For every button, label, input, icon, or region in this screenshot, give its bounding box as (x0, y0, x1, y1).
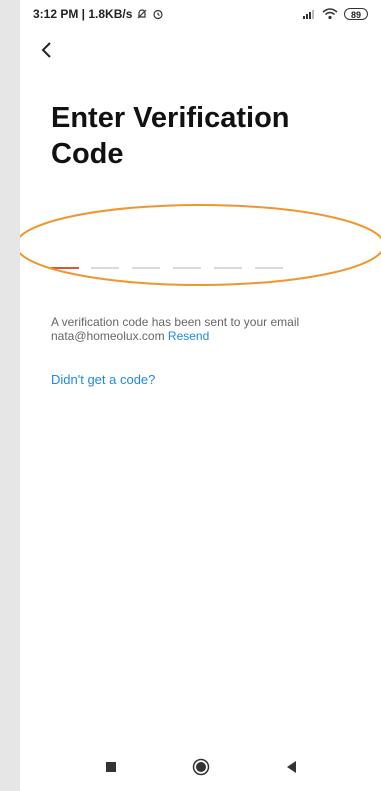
nav-home-icon (192, 758, 209, 776)
back-button[interactable] (32, 36, 60, 64)
dnd-icon (136, 8, 148, 20)
resend-link[interactable]: Resend (168, 329, 209, 343)
code-slot-6[interactable] (255, 267, 283, 269)
nav-recents-button[interactable] (101, 757, 121, 777)
code-slot-4[interactable] (173, 267, 201, 269)
nav-back-icon (286, 761, 296, 773)
verification-code-input[interactable] (51, 255, 311, 285)
status-left: 3:12 PM | 1.8KB/s (33, 7, 164, 21)
code-slot-1[interactable] (51, 267, 79, 269)
code-slot-3[interactable] (132, 267, 160, 269)
code-slot-2[interactable] (91, 267, 119, 269)
page-title: Enter Verification Code (51, 100, 351, 172)
email-address: nata@homeolux.com (51, 329, 165, 343)
info-email-line: nata@homeolux.com Resend (51, 329, 361, 343)
nav-back-button[interactable] (281, 757, 301, 777)
battery-icon: 89 (344, 8, 368, 20)
alarm-icon (152, 8, 164, 20)
no-code-link[interactable]: Didn't get a code? (51, 372, 155, 387)
wifi-icon (322, 8, 338, 20)
left-margin (0, 0, 20, 791)
code-slot-5[interactable] (214, 267, 242, 269)
back-icon (41, 42, 51, 58)
status-bar: 3:12 PM | 1.8KB/s 89 (20, 0, 381, 28)
status-time-speed: 3:12 PM | 1.8KB/s (33, 7, 133, 21)
page-title-line1: Enter Verification (51, 102, 290, 134)
info-message: A verification code has been sent to you… (51, 315, 361, 343)
signal-icon (302, 9, 316, 19)
status-right: 89 (302, 8, 368, 20)
page-title-line2: Code (51, 138, 124, 170)
system-nav-bar (20, 743, 381, 791)
nav-recents-icon (105, 762, 116, 772)
nav-home-button[interactable] (191, 757, 211, 777)
phone-screen: 3:12 PM | 1.8KB/s 89 Enter Verification … (20, 0, 381, 791)
info-text: A verification code has been sent to you… (51, 315, 300, 329)
